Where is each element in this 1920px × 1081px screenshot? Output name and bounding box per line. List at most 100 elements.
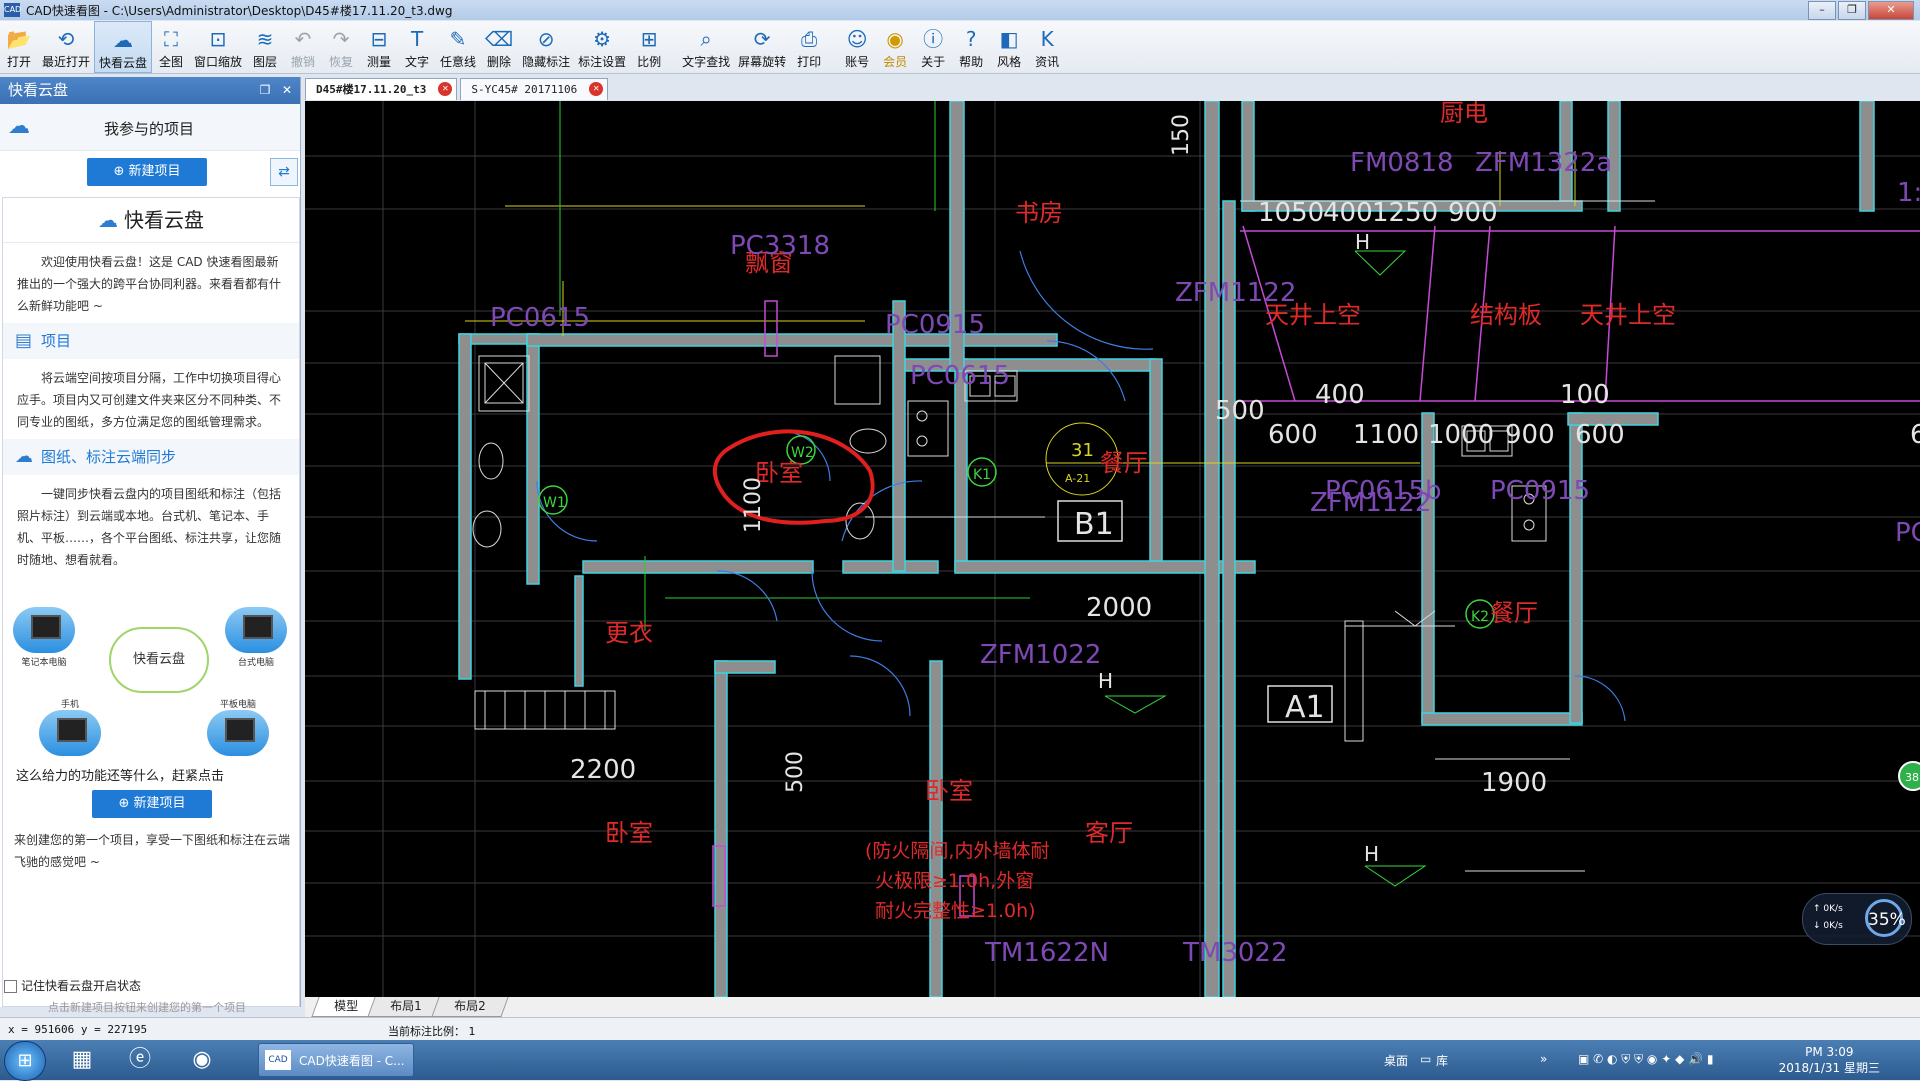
toolbar-label: 快看云盘 (99, 56, 148, 70)
new-project-button-2[interactable]: ⊕ 新建项目 (92, 790, 212, 818)
toolbar-button-eraser[interactable]: ⌫ 删除 (480, 21, 518, 73)
layout-tab-2[interactable]: 布局2 (431, 997, 508, 1017)
float-panel-icon[interactable]: ❐ (258, 83, 272, 97)
toolbar-button-text[interactable]: T 文字 (398, 21, 436, 73)
redo-icon: ↷ (332, 27, 350, 51)
dimension-text: 150 (1169, 114, 1194, 156)
new-project-button[interactable]: ⊕ 新建项目 (87, 158, 207, 186)
notification-badge[interactable]: 38 (1905, 771, 1919, 784)
coordinates: x = 951606 y = 227195 (8, 1023, 148, 1036)
toolbar-button-zoom-window[interactable]: ⊡ 窗口缩放 (190, 21, 246, 73)
door-window-label: PC0915 (1490, 476, 1590, 506)
desktop-toolbar[interactable]: 桌面 (1384, 1052, 1408, 1069)
toolbar-button-annotation-settings[interactable]: ⚙ 标注设置 (574, 21, 630, 73)
cloud-panel: 快看云盘 ❐ ✕ ☁ 我参与的项目 ⊕ 新建项目 ⇄ ☁ 快看云盘 欢迎使用快看云… (0, 77, 301, 1014)
toolbar-label: 帮助 (959, 55, 984, 69)
toolbar-button-history[interactable]: ⟲ 最近打开 (38, 21, 94, 73)
toolbar-label: 比例 (637, 55, 662, 69)
folder-icon[interactable]: ▭ (1420, 1052, 1431, 1066)
taskbar-cad-app[interactable]: CAD CAD快速看图 - C... (258, 1043, 414, 1077)
clock[interactable]: PM 3:09 2018/1/31 星期三 (1779, 1044, 1880, 1076)
toolbar-button-undo[interactable]: ↶ 撤销 (284, 21, 322, 73)
taskbar: ⊞ ▦ ⓔ ◉ CAD CAD快速看图 - C... 桌面 ▭ 库 » ▣ ✆ ◐… (0, 1040, 1920, 1081)
intro-text: 欢迎使用快看云盘！这是 CAD 快速看图最新推出的一个强大的跨平台协同利器。来看… (17, 255, 282, 313)
explorer-icon[interactable]: ▦ (60, 1044, 104, 1076)
door-window-label: PC0615 (490, 303, 590, 333)
eraser-icon: ⌫ (484, 27, 514, 51)
speed-widget: ↑ 0K/s ↓ 0K/s 35% (1802, 893, 1912, 945)
section-project-text: 将云端空间按项目分隔，工作中切换项目得心应手。项目内又可创建文件夹来区分不同种类… (17, 371, 282, 429)
ie-icon[interactable]: ⓔ (118, 1044, 162, 1076)
toolbar-label: 标注设置 (578, 55, 627, 69)
door-window-label: PC0915 (885, 310, 985, 340)
dimension-text: 1100 (741, 477, 766, 533)
toolbar-button-eye-slash[interactable]: ⊘ 隐藏标注 (518, 21, 574, 73)
cloud-upload-icon: ☁ (15, 446, 33, 467)
cloud-icon: ☁ (8, 114, 30, 139)
tray-expand-icon[interactable]: » (1540, 1052, 1547, 1066)
browser-icon[interactable]: ◉ (180, 1044, 224, 1076)
dimension-text: 1250 (1372, 198, 1438, 228)
toolbar-button-redo[interactable]: ↷ 恢复 (322, 21, 360, 73)
room-label: 耐火完整性≥1.0h) (875, 900, 1036, 922)
minimize-button[interactable]: – (1808, 1, 1836, 20)
doc-tab-1[interactable]: D45#楼17.11.20_t3 ✕ (305, 78, 458, 100)
section-project: ▤ 项目 (3, 323, 299, 359)
prompt-text: 这么给力的功能还等什么，赶紧点击 (16, 769, 225, 784)
toolbar-button-folder-open[interactable]: 📂 打开 (0, 21, 38, 73)
dimension-text: 1900 (1481, 768, 1547, 798)
style-icon: ◧ (999, 27, 1019, 51)
phone-device: 手机 (39, 697, 101, 758)
room-label: 餐厅 (1490, 599, 1538, 627)
toolbar-button-fullscreen[interactable]: ⛶ 全图 (152, 21, 190, 73)
toolbar-button-measure[interactable]: ⊟ 测量 (360, 21, 398, 73)
toolbar-button-rotate-screen[interactable]: ⟳ 屏幕旋转 (734, 21, 790, 73)
toolbar-button-pen[interactable]: ✎ 任意线 (436, 21, 480, 73)
close-panel-icon[interactable]: ✕ (280, 83, 294, 97)
toolbar-button-vip[interactable]: ◉ 会员 (876, 21, 914, 73)
dimension-text: 2200 (570, 755, 636, 785)
toolbar-label: 恢复 (329, 55, 354, 69)
dimension-text: 400 (1323, 198, 1373, 228)
window-title: CAD快速看图 - C:\Users\Administrator\Desktop… (26, 3, 453, 18)
drawing-tag: A1 (1285, 690, 1325, 725)
close-tab-icon[interactable]: ✕ (438, 82, 453, 96)
layout-tabs: 模型 布局1 布局2 (305, 997, 1920, 1017)
toolbar-label: 会员 (883, 55, 908, 69)
new-project-label: 新建项目 (128, 164, 181, 179)
remember-checkbox[interactable]: 记住快看云盘开启状态 (4, 977, 141, 994)
toolbar-button-text-search[interactable]: ⌕ 文字查找 (678, 21, 734, 73)
text-icon: T (410, 27, 424, 51)
doc-tab-2[interactable]: S-YC45# 20171106 ✕ (460, 78, 609, 100)
room-label: 卧室 (605, 819, 653, 847)
toolbar-button-user[interactable]: ☺ 账号 (838, 21, 876, 73)
close-tab-icon[interactable]: ✕ (589, 82, 604, 96)
start-button[interactable]: ⊞ (4, 1041, 46, 1081)
toolbar-label: 测量 (367, 55, 392, 69)
close-button[interactable]: ✕ (1868, 1, 1914, 20)
annotation-scale: 当前标注比例： 1 (388, 1025, 476, 1038)
upload-speed: ↑ 0K/s (1813, 904, 1843, 914)
drawing-tag: H (1355, 230, 1370, 254)
app-icon: CAD (4, 3, 21, 17)
toolbar-button-print[interactable]: ⎙ 打印 (790, 21, 828, 73)
sync-icon[interactable]: ⇄ (270, 158, 298, 186)
project-header: ☁ 我参与的项目 (0, 104, 300, 151)
toolbar-button-news[interactable]: K 资讯 (1028, 21, 1066, 73)
tray-icons[interactable]: ▣ ✆ ◐ ⛨ ⛨ ◉ ✦ ◆ 🔊 ▮ (1578, 1052, 1714, 1067)
maximize-button[interactable]: ❐ (1838, 1, 1866, 20)
toolbar-label: 隐藏标注 (522, 55, 571, 69)
toolbar-button-help[interactable]: ? 帮助 (952, 21, 990, 73)
room-label: 更衣 (605, 619, 653, 647)
dimension-text: 500 (1215, 396, 1265, 426)
library-toolbar[interactable]: 库 (1436, 1052, 1448, 1069)
toolbar-button-info[interactable]: ⓘ 关于 (914, 21, 952, 73)
drawing-canvas[interactable]: 飘窗 书房 卧室 更衣 卧室 卧室 客厅 餐厅 餐厅 厨电 天井上空 结构板 天井上空 (防火隔间,内外墙… (305, 101, 1920, 997)
dimension-text: 600 (1268, 420, 1318, 450)
toolbar-button-scale[interactable]: ⊞ 比例 (630, 21, 668, 73)
toolbar-button-layers[interactable]: ≋ 图层 (246, 21, 284, 73)
door-window-label: ZFM1022 (980, 640, 1101, 670)
toolbar-button-style[interactable]: ◧ 风格 (990, 21, 1028, 73)
rotate-screen-icon: ⟳ (753, 27, 771, 51)
toolbar-button-cloud[interactable]: ☁ 快看云盘 (94, 21, 153, 73)
